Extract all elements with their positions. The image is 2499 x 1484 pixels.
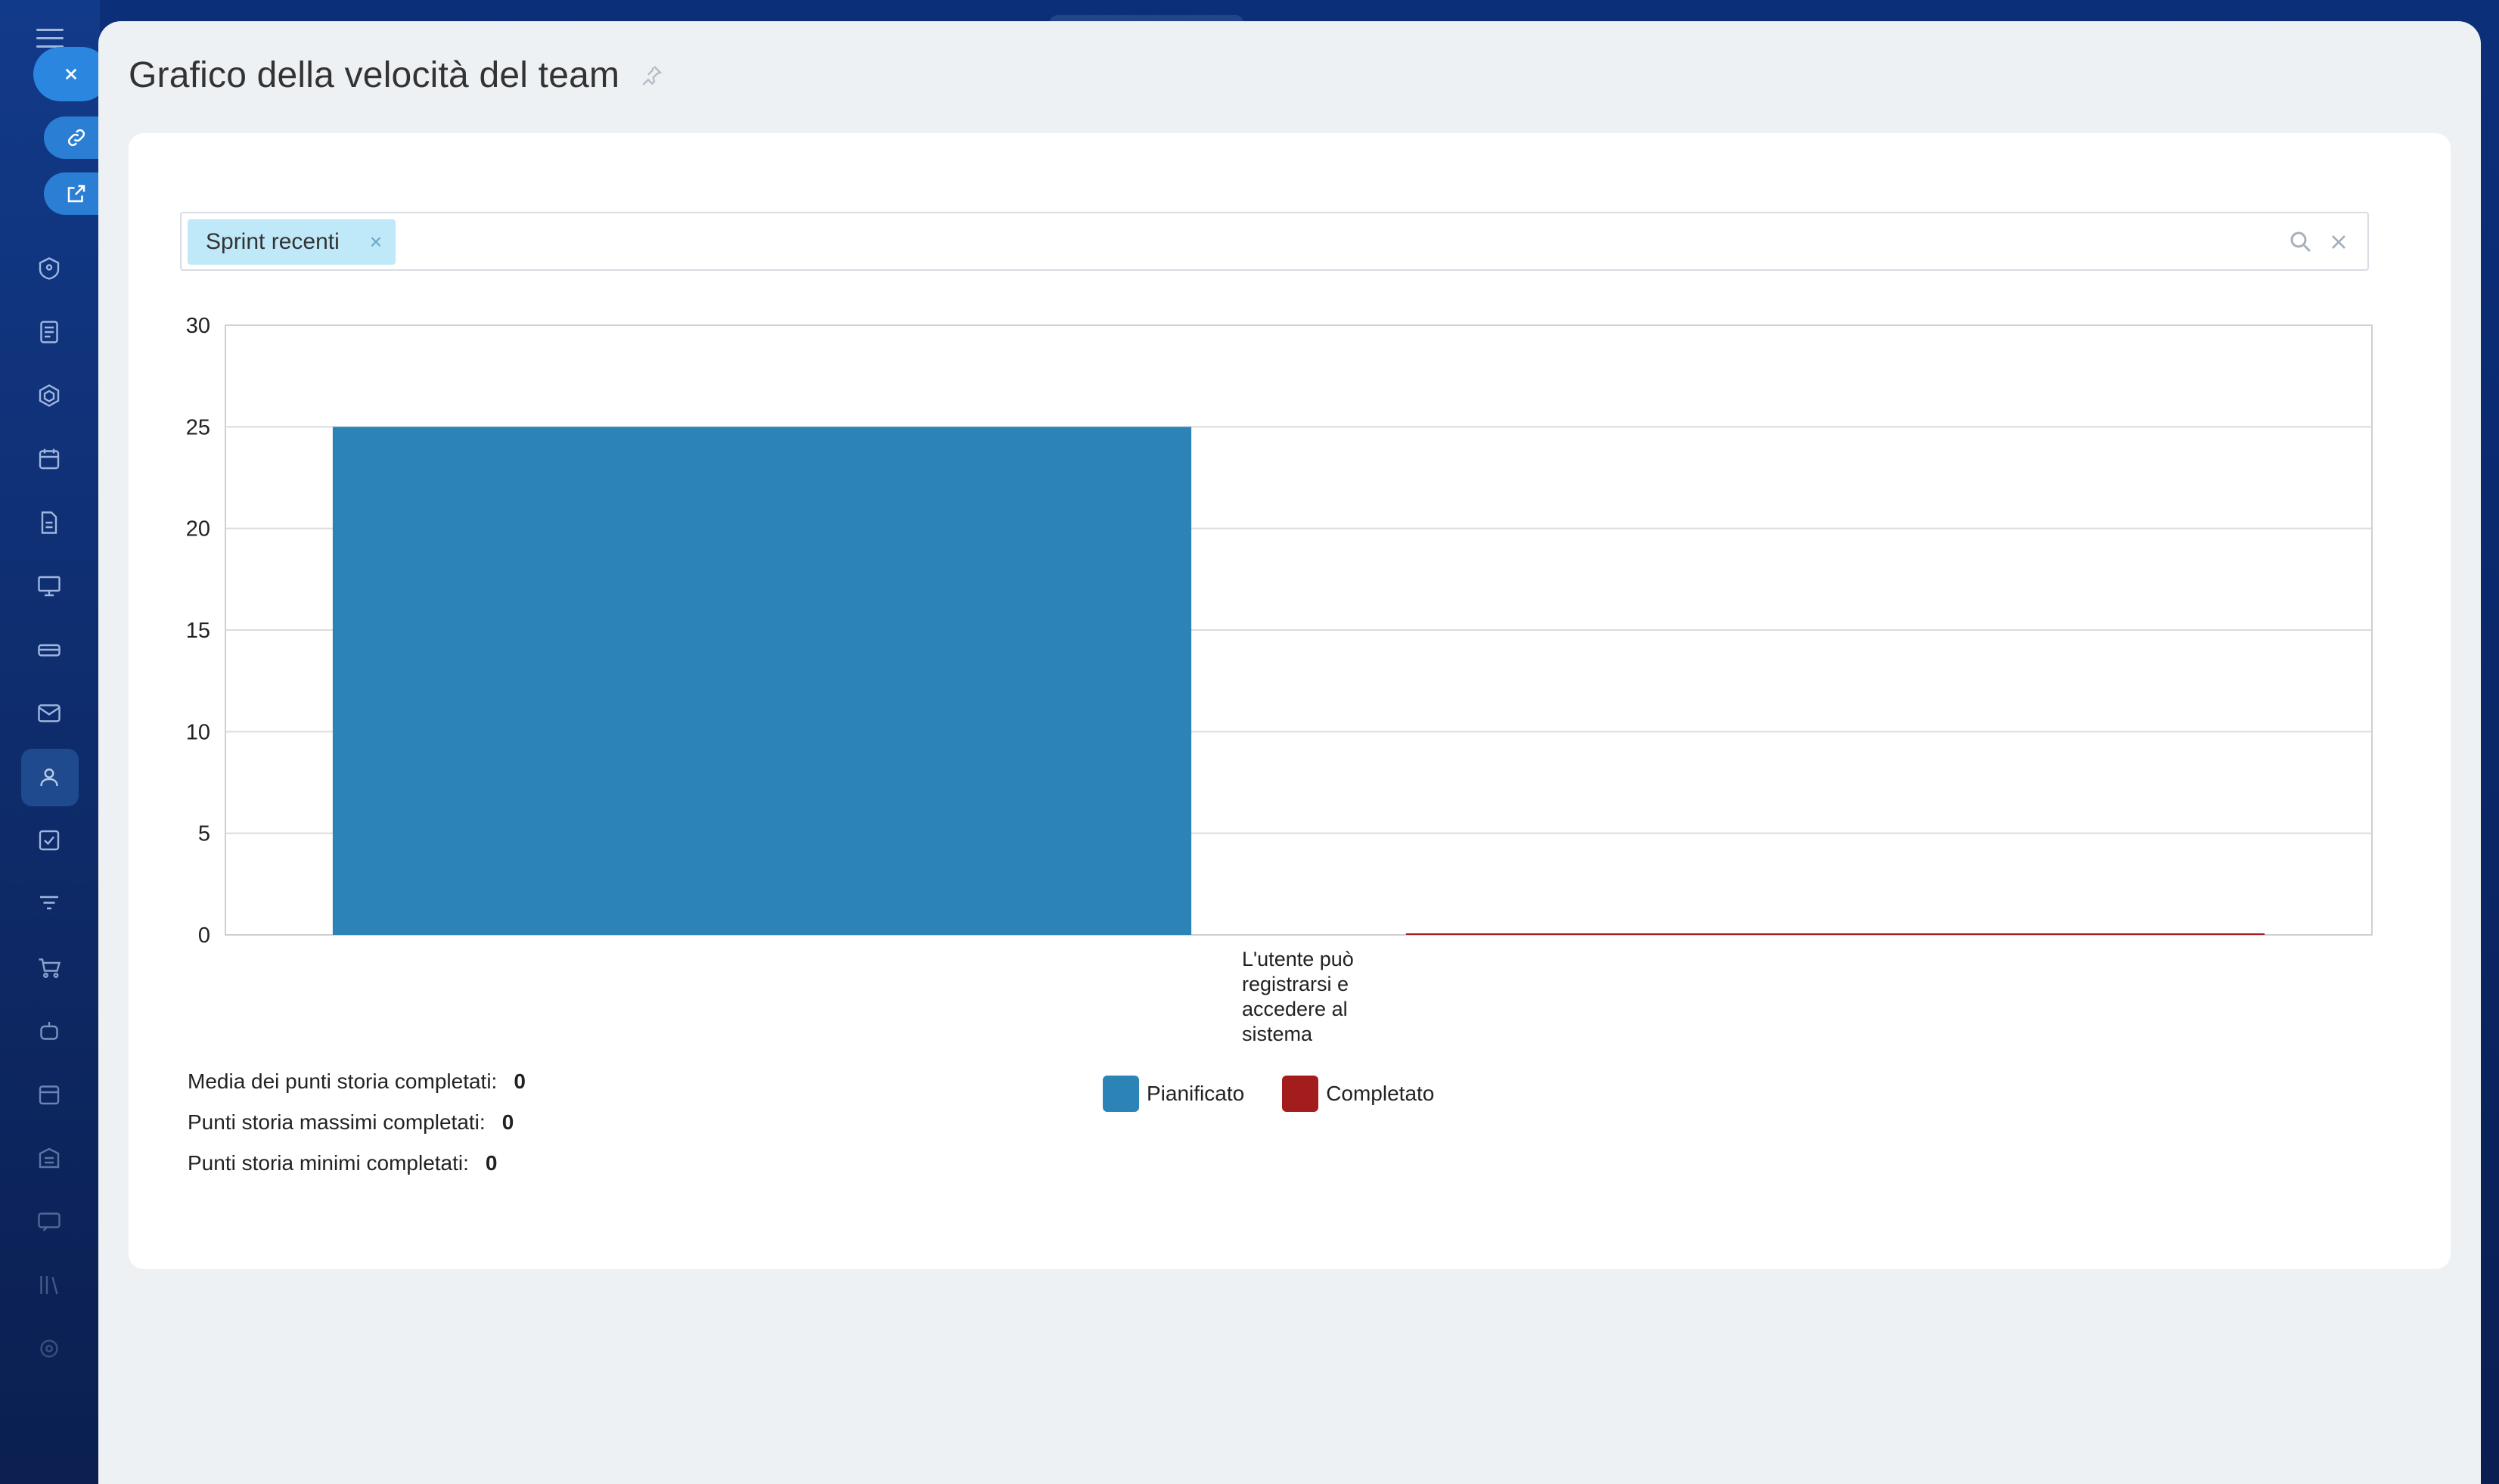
nav-projects-icon[interactable] — [33, 380, 65, 411]
nav-team-icon[interactable] — [33, 761, 65, 793]
close-slider-button[interactable] — [33, 47, 109, 101]
stat-max: Punti storia massimi completati: 0 — [188, 1110, 526, 1151]
stat-label: Punti storia massimi completati: — [188, 1110, 486, 1134]
link-icon — [67, 129, 85, 147]
stat-average: Media dei punti storia completati: 0 — [188, 1070, 526, 1110]
nav-presentation-icon[interactable] — [33, 570, 65, 602]
y-tick-label: 30 — [186, 314, 210, 338]
legend-label: Pianificato — [1147, 1082, 1245, 1105]
left-nav-rail — [0, 0, 100, 1484]
y-tick-label: 5 — [198, 822, 210, 846]
nav-file-icon[interactable] — [33, 507, 65, 539]
legend-label: Completato — [1326, 1082, 1435, 1105]
nav-settings-icon[interactable] — [33, 1333, 65, 1364]
nav-schedule-icon[interactable] — [33, 1079, 65, 1110]
stat-min: Punti storia minimi completati: 0 — [188, 1151, 526, 1192]
y-tick-label: 20 — [186, 517, 210, 542]
legend-item-planned[interactable]: Pianificato — [1103, 1076, 1244, 1112]
x-category-line: accedere al — [1242, 998, 1348, 1020]
stat-value: 0 — [485, 1151, 498, 1175]
slider-panel: Grafico della velocità del team Sprint r… — [98, 21, 2481, 1484]
x-category-line: L'utente può — [1242, 948, 1354, 970]
nav-storage-icon[interactable] — [33, 634, 65, 666]
stat-label: Punti storia minimi completati: — [188, 1151, 469, 1175]
chart-legend: Pianificato Completato — [1103, 1076, 1472, 1112]
stat-label: Media dei punti storia completati: — [188, 1070, 498, 1093]
nav-chat-icon[interactable] — [33, 1206, 65, 1237]
stat-value: 0 — [501, 1110, 514, 1134]
page-title: Grafico della velocità del team — [129, 55, 620, 95]
y-tick-label: 25 — [186, 415, 210, 439]
external-link-icon — [67, 185, 85, 203]
y-tick-label: 0 — [198, 924, 210, 948]
nav-mail-icon[interactable] — [33, 697, 65, 729]
nav-checklist-icon[interactable] — [33, 824, 65, 856]
legend-swatch — [1103, 1076, 1139, 1112]
nav-robot-icon[interactable] — [33, 1015, 65, 1047]
y-tick-label: 15 — [186, 619, 210, 643]
nav-library-icon[interactable] — [33, 1269, 65, 1301]
x-category-label: L'utente può registrarsi e accedere al s… — [1242, 947, 1393, 1047]
stats-summary: Media dei punti storia completati: 0 Pun… — [188, 1070, 526, 1192]
legend-swatch — [1282, 1076, 1319, 1112]
y-tick-label: 10 — [186, 720, 210, 744]
close-icon — [65, 68, 77, 80]
report-card: Sprint recenti × 0 5 10 15 20 25 30 L'utente p… — [129, 133, 2451, 1269]
bar-pianificato — [332, 427, 1192, 935]
stat-value: 0 — [514, 1070, 526, 1093]
nav-cart-icon[interactable] — [33, 952, 65, 983]
legend-item-completed[interactable]: Completato — [1282, 1076, 1434, 1112]
nav-building-icon[interactable] — [33, 1142, 65, 1174]
nav-documents-icon[interactable] — [33, 316, 65, 348]
x-category-line: sistema — [1242, 1023, 1313, 1045]
bar-completato — [1405, 933, 2265, 935]
x-category-line: registrarsi e — [1242, 973, 1349, 995]
nav-tasks-icon[interactable] — [33, 253, 65, 284]
velocity-chart: 0 5 10 15 20 25 30 — [186, 314, 2373, 948]
nav-calendar-icon[interactable] — [33, 443, 65, 475]
pin-icon[interactable] — [639, 64, 663, 88]
nav-filter-icon[interactable] — [33, 888, 65, 920]
